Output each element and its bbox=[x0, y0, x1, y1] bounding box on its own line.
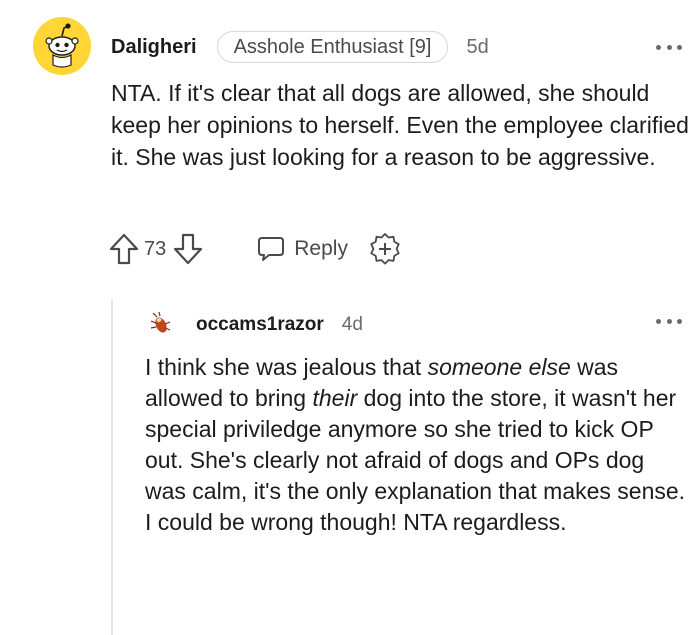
snoo-avatar-icon[interactable] bbox=[33, 17, 91, 75]
upvote-arrow-icon[interactable] bbox=[108, 232, 140, 266]
reply-header: occams1razor 4d bbox=[196, 310, 363, 340]
add-award-icon bbox=[368, 232, 402, 266]
award-button[interactable] bbox=[368, 232, 402, 266]
reply-button[interactable]: Reply bbox=[256, 235, 348, 263]
reply-username[interactable]: occams1razor bbox=[196, 314, 324, 336]
comment-body: NTA. If it's clear that all dogs are all… bbox=[111, 80, 689, 170]
comment-timestamp[interactable]: 5d bbox=[466, 36, 488, 59]
reply-timestamp[interactable]: 4d bbox=[342, 314, 363, 336]
reply-emphasis: their bbox=[312, 385, 358, 411]
reply-emphasis: someone else bbox=[427, 354, 571, 380]
downvote-arrow-icon[interactable] bbox=[172, 232, 204, 266]
speech-bubble-icon bbox=[256, 235, 286, 263]
comment-actions: 73 Reply bbox=[108, 229, 402, 269]
reply-text: I think she was jealous that bbox=[145, 354, 428, 380]
thread-line[interactable] bbox=[111, 300, 113, 635]
cockroach-avatar-icon[interactable] bbox=[150, 311, 172, 336]
comment-username[interactable]: Daligheri bbox=[111, 36, 197, 59]
more-options-icon[interactable] bbox=[656, 43, 682, 51]
comment-header: Daligheri Asshole Enthusiast [9] 5d bbox=[111, 30, 489, 64]
reply-label: Reply bbox=[294, 237, 348, 260]
reply-body: I think she was jealous that someone els… bbox=[145, 352, 690, 538]
user-flair: Asshole Enthusiast [9] bbox=[216, 31, 449, 63]
vote-count: 73 bbox=[144, 237, 167, 260]
more-options-icon[interactable] bbox=[656, 317, 682, 325]
